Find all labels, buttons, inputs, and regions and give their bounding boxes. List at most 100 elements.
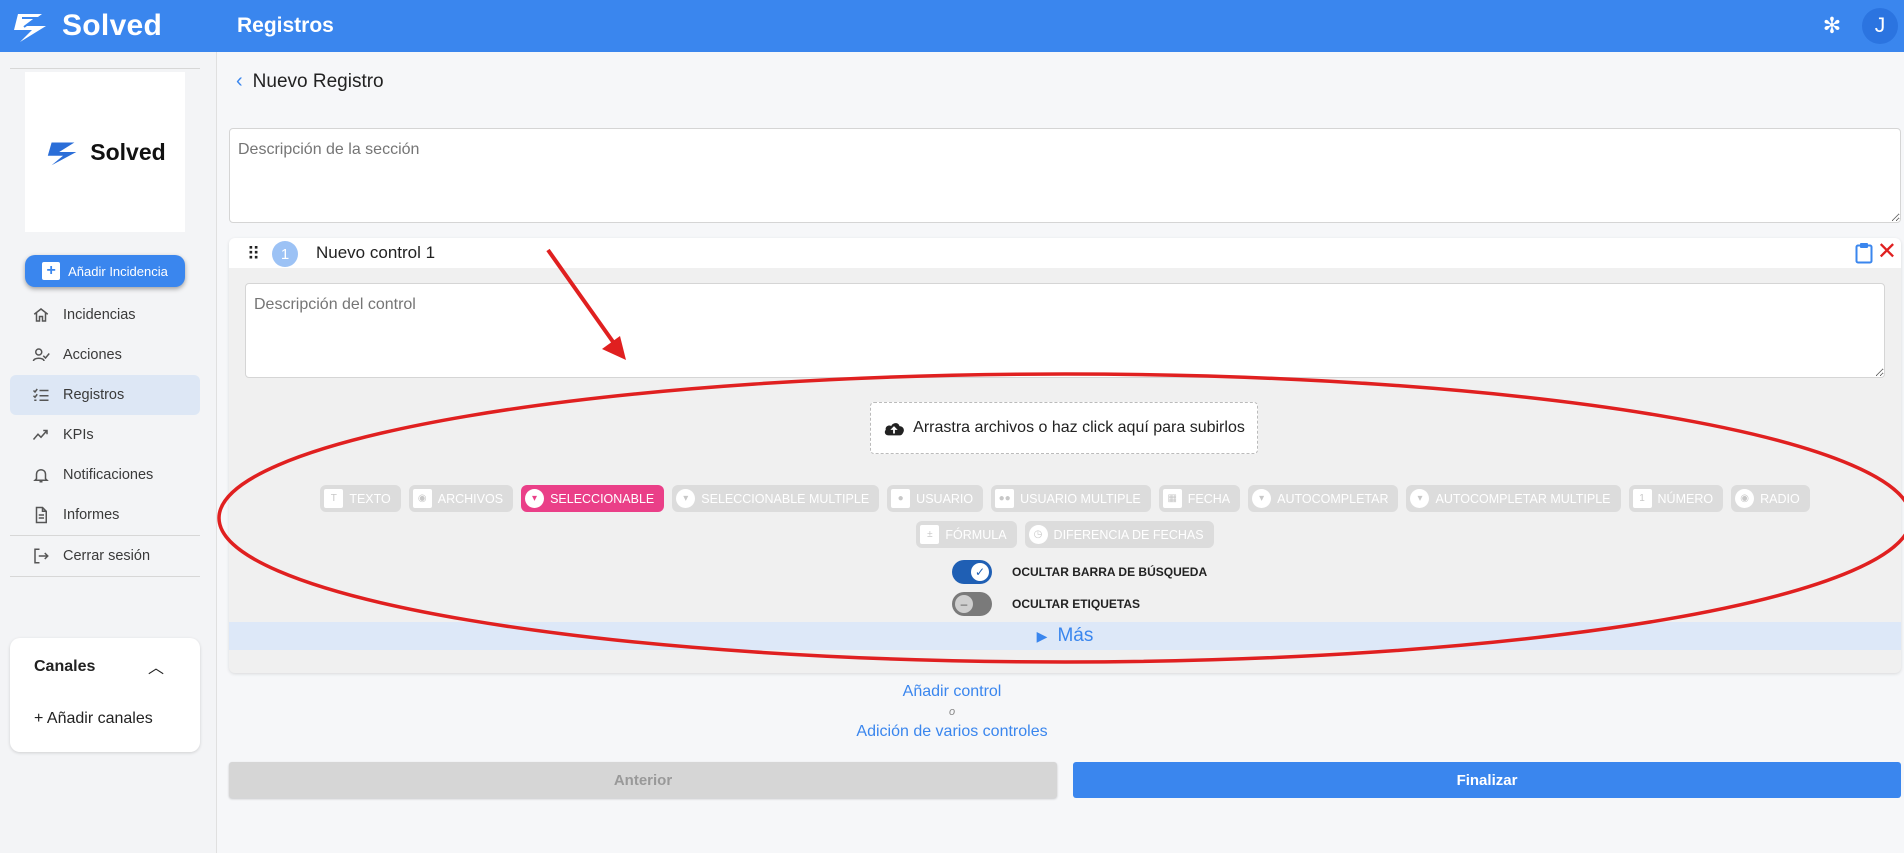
sidebar-item-registros[interactable]: Registros xyxy=(10,375,200,415)
channels-title: Canales xyxy=(34,658,96,675)
sidebar-item-incidencias[interactable]: Incidencias xyxy=(10,295,200,335)
or-separator: o xyxy=(948,706,956,718)
clipboard-icon[interactable] xyxy=(1855,242,1873,264)
check-icon: ✓ xyxy=(971,563,989,581)
toggle-label: OCULTAR ETIQUETAS xyxy=(1012,597,1140,611)
chip-label: USUARIO xyxy=(916,491,974,506)
chip-label: USUARIO MULTIPLE xyxy=(1020,491,1141,506)
more-options-expander[interactable]: ▶ Más xyxy=(229,622,1901,650)
type-chip-numero[interactable]: 1 NÚMERO xyxy=(1628,485,1724,512)
avatar[interactable]: J xyxy=(1862,8,1898,44)
hide-search-toggle[interactable]: ✓ xyxy=(952,560,992,584)
calendar-icon: ▦ xyxy=(1162,489,1182,508)
brand[interactable]: Solved xyxy=(0,6,217,46)
brand-name: Solved xyxy=(62,9,163,42)
file-upload-dropzone[interactable]: Arrastra archivos o haz click aquí para … xyxy=(870,402,1258,454)
divider xyxy=(10,535,200,536)
section-description-input[interactable] xyxy=(229,128,1901,223)
chip-label: NÚMERO xyxy=(1657,491,1714,506)
play-icon: ▶ xyxy=(1036,627,1048,644)
company-logo: Solved xyxy=(25,72,185,232)
type-chip-texto[interactable]: T TEXTO xyxy=(320,485,401,512)
type-chip-fecha[interactable]: ▦ FECHA xyxy=(1158,485,1241,512)
type-chip-archivos[interactable]: ◉ ARCHIVOS xyxy=(408,485,514,512)
type-chip-formula[interactable]: ± FÓRMULA xyxy=(916,521,1017,548)
chip-label: DIFERENCIA DE FECHAS xyxy=(1053,527,1204,542)
chip-label: TEXTO xyxy=(349,491,391,506)
chevron-up-icon[interactable]: ︿ xyxy=(148,654,164,678)
checklist-icon xyxy=(32,386,50,404)
divider xyxy=(10,576,200,577)
hide-labels-toggle[interactable]: – xyxy=(952,592,992,616)
control-description-input[interactable] xyxy=(245,283,1885,378)
close-icon[interactable]: ✕ xyxy=(1877,238,1897,266)
add-multiple-controls-link[interactable]: Adición de varios controles xyxy=(856,723,1047,740)
type-chip-autocompletar-multiple[interactable]: ▾ AUTOCOMPLETAR MULTIPLE xyxy=(1406,485,1621,512)
people-icon: ●● xyxy=(995,489,1015,508)
control-name[interactable]: Nuevo control 1 xyxy=(316,243,435,263)
type-chip-usuario[interactable]: ● USUARIO xyxy=(887,485,984,512)
dropdown-icon: ▾ xyxy=(676,489,696,508)
divider xyxy=(10,68,200,69)
page-section-title: Registros xyxy=(237,14,334,37)
control-number-badge: 1 xyxy=(272,241,298,267)
sidebar-item-label: Registros xyxy=(63,387,125,403)
top-app-bar: Solved Registros ✻ J xyxy=(0,0,1904,52)
number-icon: 1 xyxy=(1632,489,1652,508)
upload-label: Arrastra archivos o haz click aquí para … xyxy=(913,419,1245,436)
dropdown-icon: ▾ xyxy=(1252,489,1272,508)
add-control-row: Añadir control xyxy=(0,683,1904,701)
radio-icon: ◉ xyxy=(1735,489,1755,508)
toggle-hide-search-row: ✓ OCULTAR BARRA DE BÚSQUEDA xyxy=(952,560,1207,584)
dropdown-icon: ▾ xyxy=(525,489,545,508)
sidebar-item-acciones[interactable]: Acciones xyxy=(10,335,200,375)
toggle-hide-labels-row: – OCULTAR ETIQUETAS xyxy=(952,592,1140,616)
chip-label: SELECCIONABLE xyxy=(550,491,655,506)
toggle-label: OCULTAR BARRA DE BÚSQUEDA xyxy=(1012,565,1208,579)
chip-label: ARCHIVOS xyxy=(437,491,504,506)
sidebar-item-notificaciones[interactable]: Notificaciones xyxy=(10,455,200,495)
sidebar-item-label: KPIs xyxy=(63,427,94,443)
solved-logo-icon xyxy=(48,142,77,166)
sidebar-nav: Incidencias Acciones Registros KPIs Noti… xyxy=(10,295,200,577)
plus-icon: + xyxy=(42,262,61,280)
person-icon: ● xyxy=(891,489,911,508)
logo-text: Solved xyxy=(90,138,166,165)
cloud-upload-icon xyxy=(884,423,905,436)
sidebar-item-label: Incidencias xyxy=(63,307,136,323)
text-icon: T xyxy=(324,489,344,508)
page-title: Nuevo Registro xyxy=(252,70,384,92)
finish-button[interactable]: Finalizar xyxy=(1073,762,1901,798)
chevron-left-icon[interactable]: ‹ xyxy=(236,70,243,93)
chip-label: FECHA xyxy=(1187,491,1231,506)
control-type-selector: T TEXTO ◉ ARCHIVOS ▾ SELECCIONABLE ▾ SELECCI… xyxy=(229,485,1901,548)
breadcrumb: ‹ Nuevo Registro xyxy=(236,70,384,93)
type-chip-autocompletar[interactable]: ▾ AUTOCOMPLETAR xyxy=(1248,485,1399,512)
document-icon xyxy=(32,506,50,524)
gear-icon[interactable]: ✻ xyxy=(1820,14,1844,38)
type-chip-seleccionable[interactable]: ▾ SELECCIONABLE xyxy=(521,485,665,512)
user-check-icon xyxy=(32,346,50,364)
sidebar-item-label: Acciones xyxy=(63,347,122,363)
sidebar-item-label: Notificaciones xyxy=(63,467,154,483)
type-chip-diferencia-fechas[interactable]: ◷ DIFERENCIA DE FECHAS xyxy=(1024,521,1214,548)
sidebar-item-kpis[interactable]: KPIs xyxy=(10,415,200,455)
control-header: ⠿ 1 Nuevo control 1 ✕ xyxy=(229,238,1901,268)
type-chip-seleccionable-multiple[interactable]: ▾ SELECCIONABLE MULTIPLE xyxy=(672,485,880,512)
bell-icon xyxy=(32,466,50,484)
add-incidence-label: Añadir Incidencia xyxy=(68,263,168,279)
type-chip-radio[interactable]: ◉ RADIO xyxy=(1731,485,1810,512)
previous-button[interactable]: Anterior xyxy=(229,762,1057,798)
logout-icon xyxy=(32,547,50,565)
chip-label: AUTOCOMPLETAR MULTIPLE xyxy=(1435,491,1611,506)
add-multiple-row: Adición de varios controles xyxy=(0,723,1904,741)
type-chip-usuario-multiple[interactable]: ●● USUARIO MULTIPLE xyxy=(991,485,1151,512)
minus-icon: – xyxy=(955,595,973,613)
sidebar-item-cerrar-sesion[interactable]: Cerrar sesión xyxy=(10,536,200,576)
drag-handle-icon[interactable]: ⠿ xyxy=(247,244,260,265)
more-label: Más xyxy=(1057,625,1094,646)
sidebar-item-informes[interactable]: Informes xyxy=(10,495,200,535)
add-incidence-button[interactable]: + Añadir Incidencia xyxy=(25,255,185,287)
add-control-link[interactable]: Añadir control xyxy=(903,683,1002,700)
chip-label: FÓRMULA xyxy=(945,527,1007,542)
